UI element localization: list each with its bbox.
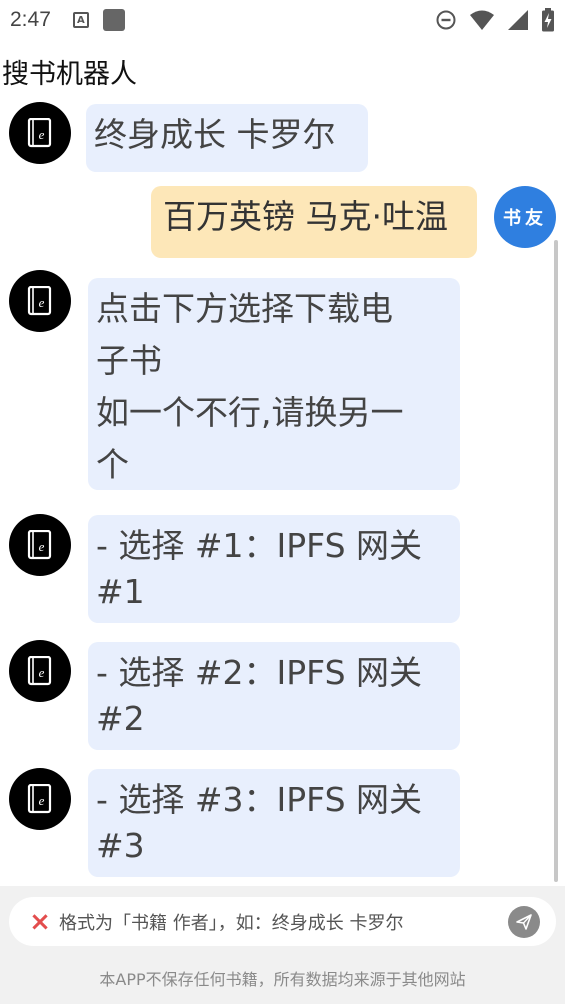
send-button[interactable] <box>508 906 540 938</box>
status-icons <box>435 8 555 32</box>
battery-charging-icon <box>542 8 554 32</box>
dnd-icon <box>436 10 456 30</box>
message-text: - 选择 #2：IPFS 网关 <box>96 653 423 692</box>
wifi-icon <box>470 10 494 30</box>
disclaimer-text: 本APP不保存任何书籍，所有数据均来源于其他网站 <box>99 970 466 989</box>
svg-text:e: e <box>39 539 45 554</box>
app-root: 2:47 A 搜书机器人 e 终身成长 卡罗尔 百万英镑 马克·吐温 e 点击下… <box>0 0 565 1004</box>
message-text: - 选择 #1：IPFS 网关 <box>96 526 423 565</box>
bot-avatar[interactable]: e <box>9 640 71 702</box>
input-area: × 格式为「书籍 作者」，如：终身成长 卡罗尔 本APP不保存任何书籍，所有数据… <box>0 886 565 1004</box>
page-title: 搜书机器人 <box>2 59 137 90</box>
download-option-2[interactable]: - 选择 #2：IPFS 网关 #2 <box>88 642 460 750</box>
download-option-1[interactable]: - 选择 #1：IPFS 网关 #1 <box>88 515 460 623</box>
search-input-placeholder: 格式为「书籍 作者」，如：终身成长 卡罗尔 <box>59 912 404 934</box>
message-text: #3 <box>96 826 145 865</box>
message-text: #1 <box>96 572 145 611</box>
message-text: - 选择 #3：IPFS 网关 <box>96 780 423 819</box>
status-time: 2:47 <box>10 8 51 31</box>
bot-avatar[interactable]: e <box>9 270 71 332</box>
bot-message: 点击下方选择下载电 子书 如一个不行,请换另一 个 <box>88 278 460 490</box>
send-icon <box>516 914 532 930</box>
download-option-3[interactable]: - 选择 #3：IPFS 网关 #3 <box>88 769 460 877</box>
message-text: 个 <box>96 445 129 484</box>
app-notification-icon <box>102 9 125 31</box>
message-text: #2 <box>96 699 145 738</box>
message-text: 子书 <box>96 341 162 380</box>
message-text: 如一个不行,请换另一 <box>96 393 404 432</box>
user-message: 百万英镑 马克·吐温 <box>151 186 477 258</box>
svg-text:e: e <box>39 793 45 808</box>
a-icon: A <box>72 12 89 28</box>
svg-text:e: e <box>39 127 45 142</box>
user-avatar[interactable]: 书友 <box>494 186 556 248</box>
svg-text:e: e <box>39 295 45 310</box>
bot-avatar[interactable]: e <box>9 514 71 576</box>
message-text: 点击下方选择下载电 <box>96 289 393 328</box>
search-input[interactable]: × 格式为「书籍 作者」，如：终身成长 卡罗尔 <box>9 897 556 946</box>
book-icon: e <box>27 530 52 560</box>
chat-list[interactable]: e 终身成长 卡罗尔 百万英镑 马克·吐温 e 点击下方选择下载电 子书 如一个… <box>0 100 565 887</box>
bot-message: 终身成长 卡罗尔 <box>86 104 368 172</box>
close-icon[interactable]: × <box>29 909 51 935</box>
book-icon: e <box>27 286 52 316</box>
book-icon: e <box>27 118 52 148</box>
chat-scrollbar[interactable] <box>554 240 558 882</box>
book-icon: e <box>27 656 52 686</box>
svg-text:e: e <box>39 665 45 680</box>
status-bar: 2:47 A <box>0 0 565 40</box>
message-text: 百万英镑 马克·吐温 <box>163 197 448 236</box>
bot-avatar[interactable]: e <box>9 768 71 830</box>
book-icon: e <box>27 784 52 814</box>
signal-icon <box>508 10 528 30</box>
message-text: 终身成长 卡罗尔 <box>94 115 336 154</box>
bot-avatar[interactable]: e <box>9 102 71 164</box>
